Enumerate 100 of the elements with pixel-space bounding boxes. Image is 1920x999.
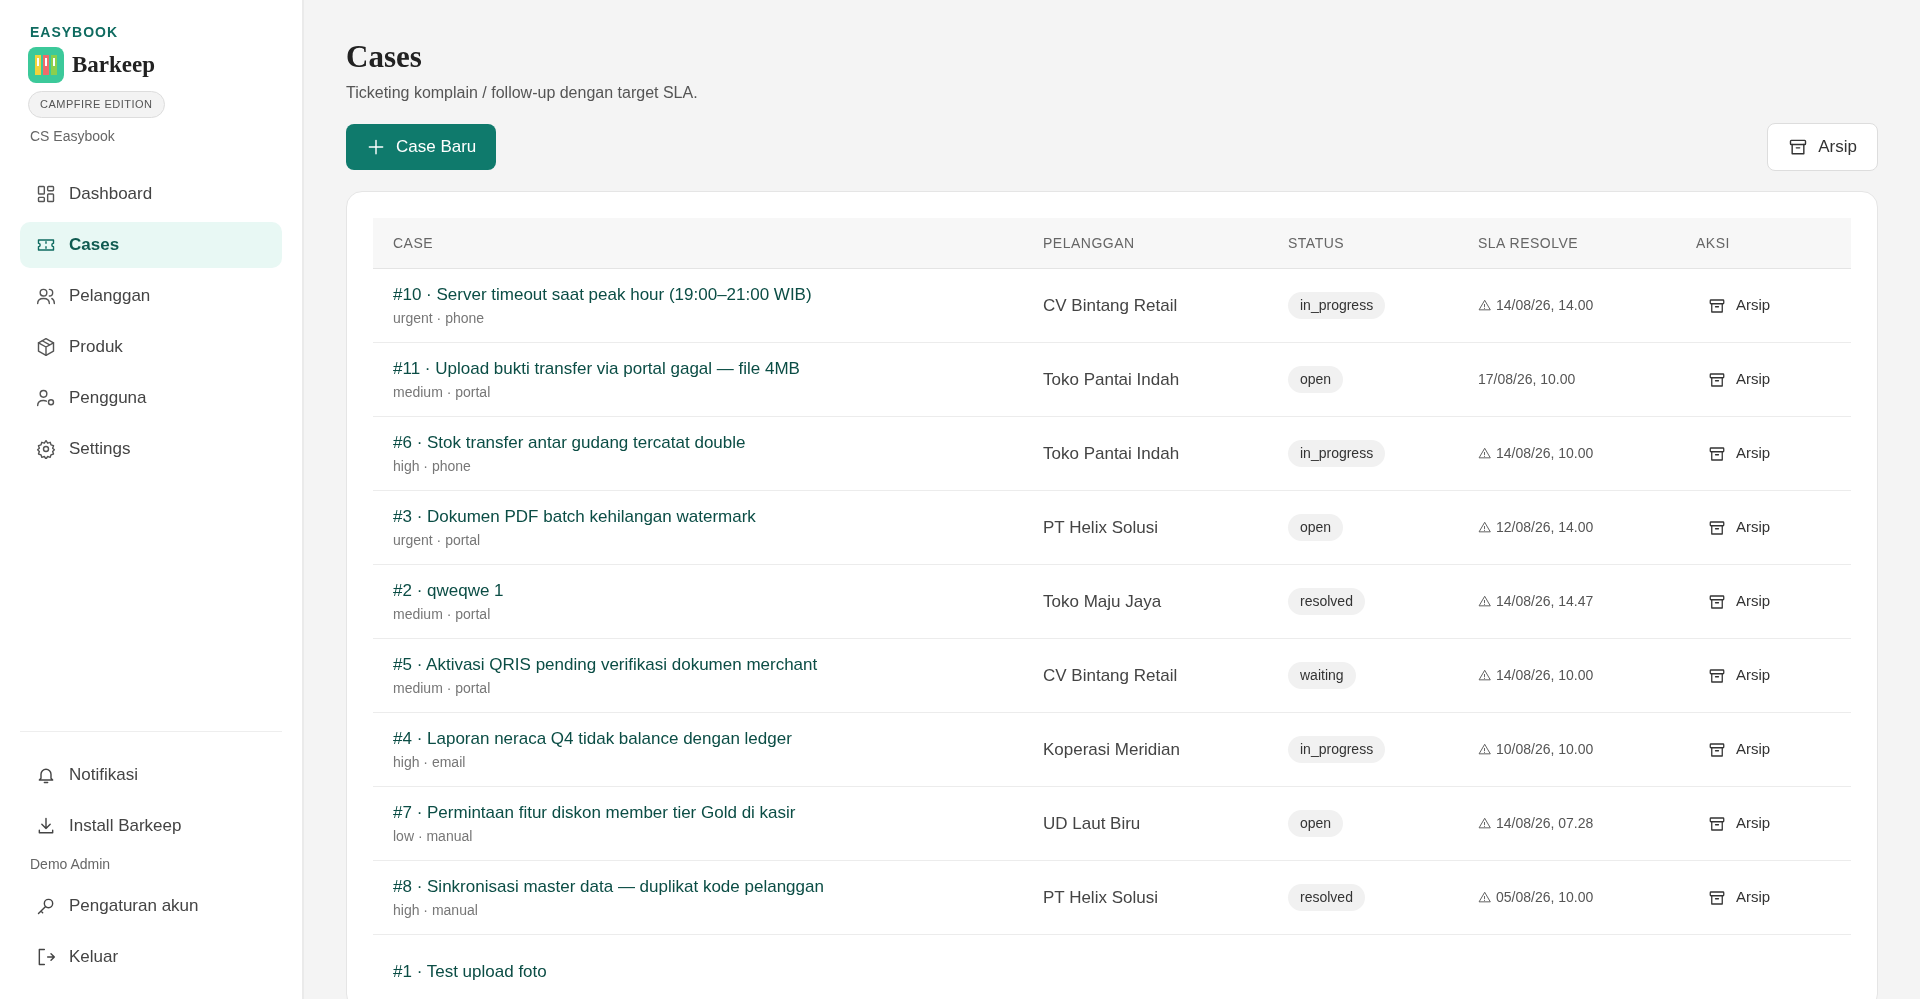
- archive-icon: [1708, 888, 1726, 907]
- page-title: Cases: [346, 38, 423, 76]
- page-subtitle: Ticketing komplain / follow-up dengan target SLA.: [346, 83, 699, 104]
- archive-row-button[interactable]: Arsip: [1708, 516, 1771, 539]
- customer-name: CV Bintang Retail: [1043, 294, 1179, 317]
- key-icon: [36, 896, 56, 916]
- archive-icon: [1708, 814, 1726, 833]
- warning-icon: [1478, 299, 1491, 313]
- customer-name: CV Bintang Retail: [1043, 664, 1179, 687]
- case-link[interactable]: #2 · qweqwe 1: [393, 578, 1023, 604]
- sidebar-item[interactable]: Pengguna: [20, 374, 282, 421]
- case-link[interactable]: #7 · Permintaan fitur diskon member tier Gold di kasir: [393, 800, 1023, 826]
- status-tag: open: [1288, 514, 1344, 542]
- new-case-button[interactable]: Case Baru: [346, 124, 497, 171]
- case-meta: medium · portal: [393, 604, 492, 624]
- warning-icon: [1478, 743, 1491, 757]
- archive-row-button[interactable]: Arsip: [1708, 812, 1771, 835]
- sidebar-item[interactable]: Settings: [20, 425, 282, 472]
- case-link[interactable]: #3 · Dokumen PDF batch kehilangan watermark: [393, 504, 1023, 530]
- case-meta: medium · portal: [393, 678, 492, 698]
- warning-icon: [1478, 595, 1491, 609]
- workspace-name: CS Easybook: [30, 126, 116, 146]
- sla-time: 14/08/26, 14.47: [1496, 592, 1594, 612]
- warning-icon: [1478, 817, 1491, 831]
- logout-icon: [36, 947, 56, 967]
- status-tag: in_progress: [1288, 736, 1386, 764]
- brand-name: Barkeep: [72, 50, 156, 79]
- customer-name: PT Helix Solusi: [1043, 516, 1159, 539]
- sidebar-item[interactable]: Notifikasi: [20, 752, 282, 798]
- status-tag: in_progress: [1288, 440, 1386, 468]
- sidebar-item[interactable]: Cases: [20, 221, 282, 268]
- case-meta: high · phone: [393, 456, 472, 476]
- sla-time: 14/08/26, 10.00: [1496, 666, 1594, 686]
- sidebar-item[interactable]: Install Barkeep: [20, 803, 282, 849]
- warning-icon: [1478, 521, 1491, 535]
- sla-time: 10/08/26, 10.00: [1496, 740, 1594, 760]
- user-gear-icon: [36, 387, 56, 408]
- column-header: AKSI: [1695, 233, 1731, 253]
- status-tag: resolved: [1288, 884, 1365, 912]
- archive-row-button[interactable]: Arsip: [1708, 664, 1771, 687]
- user-name: Demo Admin: [30, 855, 112, 874]
- status-tag: in_progress: [1288, 292, 1386, 320]
- customer-name: UD Laut Biru: [1043, 812, 1142, 835]
- sidebar-item[interactable]: Pengaturan akun: [20, 883, 282, 929]
- case-link[interactable]: #5 · Aktivasi QRIS pending verifikasi dokumen merchant: [393, 652, 1023, 678]
- case-link[interactable]: #4 · Laporan neraca Q4 tidak balance dengan ledger: [393, 726, 1023, 752]
- download-icon: [36, 816, 56, 836]
- sidebar-item[interactable]: Pelanggan: [20, 272, 282, 319]
- archive-row-button[interactable]: Arsip: [1708, 738, 1771, 761]
- case-link[interactable]: #8 · Sinkronisasi master data — duplikat kode pelanggan: [393, 874, 1023, 900]
- warning-icon: [1478, 891, 1491, 905]
- case-link[interactable]: #11 · Upload bukti transfer via portal gagal — file 4MB: [393, 356, 1023, 382]
- archive-icon: [1708, 444, 1726, 463]
- sidebar-item[interactable]: Produk: [20, 323, 282, 370]
- sla-time: 12/08/26, 14.00: [1496, 518, 1594, 538]
- archive-button[interactable]: Arsip: [1767, 123, 1878, 172]
- status-tag: open: [1288, 366, 1344, 394]
- archive-row-button[interactable]: Arsip: [1708, 442, 1771, 465]
- column-header: SLA RESOLVE: [1477, 233, 1580, 253]
- archive-row-button[interactable]: Arsip: [1708, 590, 1771, 613]
- archive-icon: [1708, 370, 1726, 389]
- column-header: PELANGGAN: [1042, 233, 1136, 253]
- status-tag: waiting: [1288, 662, 1356, 690]
- case-meta: high · email: [393, 752, 467, 772]
- archive-icon: [1708, 592, 1726, 611]
- customer-name: Toko Maju Jaya: [1043, 590, 1163, 613]
- case-link[interactable]: #1 · Test upload foto: [393, 958, 1023, 985]
- edition-tag: CAMPFIRE EDITION: [28, 91, 165, 118]
- sla-time: 14/08/26, 10.00: [1496, 444, 1594, 464]
- warning-icon: [1478, 669, 1491, 683]
- settings-icon: [36, 438, 56, 459]
- case-link[interactable]: #10 · Server timeout saat peak hour (19:00–21:00 WIB): [393, 282, 1023, 308]
- sla-time: 14/08/26, 07.28: [1496, 814, 1594, 834]
- customer-name: Koperasi Meridian: [1043, 738, 1181, 761]
- case-meta: urgent · portal: [393, 530, 482, 550]
- sidebar-item[interactable]: Dashboard: [20, 170, 282, 217]
- column-header: CASE: [392, 233, 435, 253]
- case-meta: medium · portal: [393, 382, 492, 402]
- archive-icon: [1708, 296, 1726, 315]
- case-meta: low · manual: [393, 826, 474, 846]
- archive-row-button[interactable]: Arsip: [1708, 294, 1771, 317]
- status-tag: open: [1288, 810, 1344, 838]
- box-icon: [36, 336, 56, 357]
- archive-icon: [1708, 740, 1726, 759]
- case-meta: urgent · phone: [393, 308, 486, 328]
- case-meta: high · manual: [393, 900, 479, 920]
- archive-row-button[interactable]: Arsip: [1708, 886, 1771, 909]
- logo-icon: [28, 47, 64, 83]
- warning-icon: [1478, 447, 1491, 461]
- customer-name: Toko Pantai Indah: [1043, 368, 1181, 391]
- customer-name: PT Helix Solusi: [1043, 886, 1159, 909]
- dashboard-icon: [36, 183, 56, 204]
- status-tag: resolved: [1288, 588, 1365, 616]
- sidebar-item[interactable]: Keluar: [20, 934, 282, 980]
- archive-icon: [1708, 666, 1726, 685]
- sla-time: 05/08/26, 10.00: [1496, 888, 1594, 908]
- archive-icon: [1708, 518, 1726, 537]
- sla-time: 17/08/26, 10.00: [1478, 370, 1576, 390]
- archive-row-button[interactable]: Arsip: [1708, 368, 1771, 391]
- case-link[interactable]: #6 · Stok transfer antar gudang tercatat double: [393, 430, 1023, 456]
